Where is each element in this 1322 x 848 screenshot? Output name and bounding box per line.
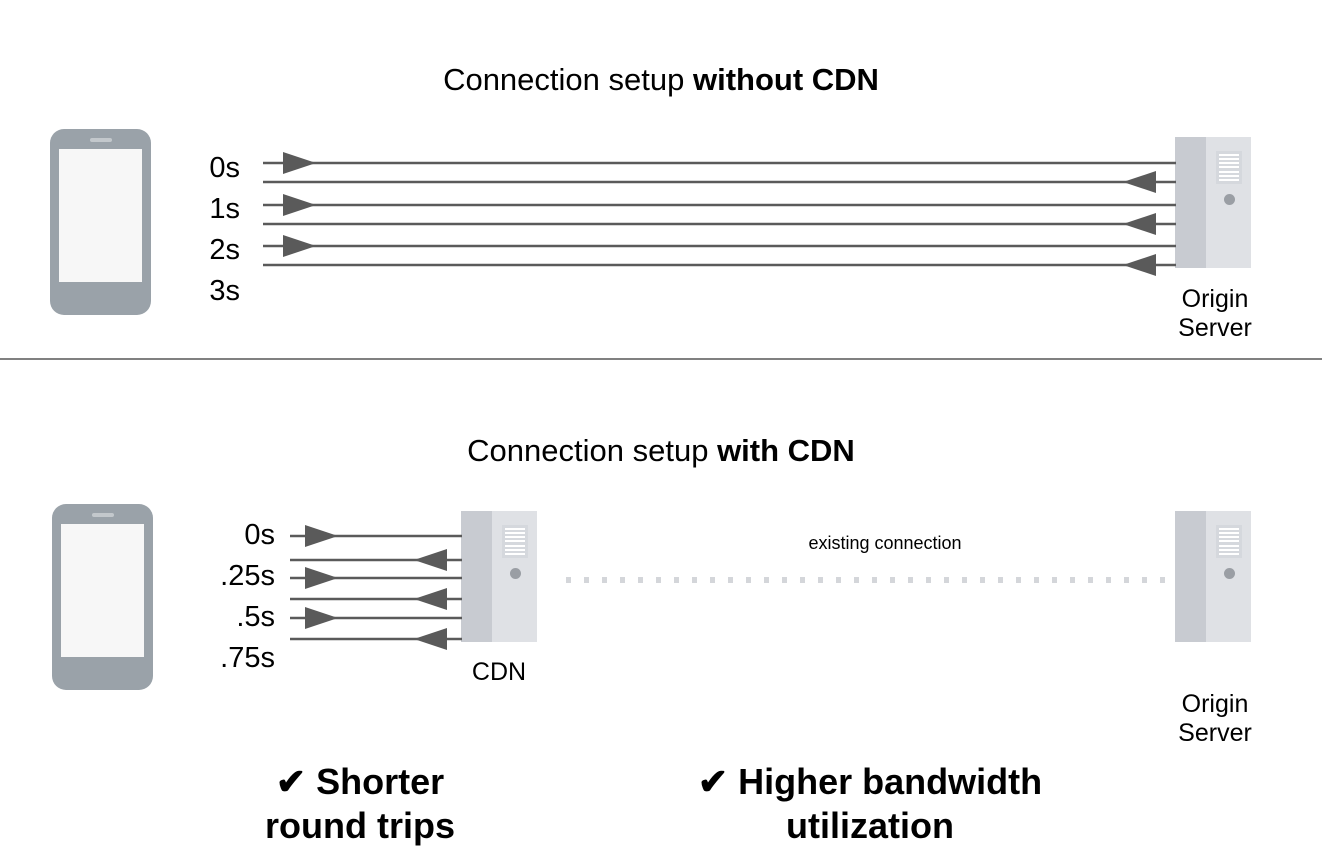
time-label-bottom-2: .5s <box>236 601 275 633</box>
arrowhead-left-icon <box>1123 254 1156 276</box>
arrowhead-left-icon <box>1123 213 1156 235</box>
benefit-higher-bandwidth: ✔ Higher bandwidth utilization <box>600 716 1140 848</box>
time-label-top-0: 0s <box>209 152 240 184</box>
origin-server-bottom <box>1175 511 1251 642</box>
client-phone-bottom <box>52 504 153 690</box>
phone-screen <box>59 149 142 282</box>
time-label-top-3: 3s <box>209 275 240 307</box>
client-phone-top <box>50 129 151 315</box>
server-grill-icon <box>1216 525 1242 558</box>
bottom-exchange-1-request <box>290 525 462 547</box>
bottom-exchange-3-request <box>290 607 462 629</box>
top-title-prefix: Connection setup <box>443 62 693 97</box>
arrowhead-left-icon <box>414 628 447 650</box>
cdn-server <box>461 511 537 642</box>
arrowhead-right-icon <box>283 235 316 257</box>
server-side-panel <box>1175 137 1206 268</box>
top-exchange-3-response <box>263 254 1176 276</box>
top-exchange-1-request <box>263 152 1176 174</box>
server-side-panel <box>461 511 492 642</box>
time-label-bottom-3: .75s <box>220 642 275 674</box>
bottom-exchange-2-request <box>290 567 462 589</box>
arrowhead-right-icon <box>305 607 338 629</box>
arrowhead-left-icon <box>1123 171 1156 193</box>
time-label-bottom-1: .25s <box>220 560 275 592</box>
bottom-exchange-1-response <box>290 549 462 571</box>
origin-server-top-caption: Origin Server <box>1178 285 1252 342</box>
arrowhead-left-icon <box>414 588 447 610</box>
time-label-top-2: 2s <box>209 234 240 266</box>
top-exchange-1-response <box>263 171 1176 193</box>
server-grill-icon <box>502 525 528 558</box>
check-icon: ✔ <box>697 761 729 802</box>
top-exchange-3-request <box>263 235 1176 257</box>
origin-server-bottom-caption: Origin Server <box>1178 690 1252 747</box>
benefit-shorter-round-trips: ✔ Shorter round trips <box>215 716 505 848</box>
phone-screen <box>61 524 144 657</box>
check-icon: ✔ <box>275 761 307 802</box>
phone-speaker-icon <box>91 513 114 517</box>
origin-server-top <box>1175 137 1251 268</box>
arrowhead-right-icon <box>305 525 338 547</box>
server-led-icon <box>510 568 521 579</box>
bottom-exchange-3-response <box>290 628 462 650</box>
top-section-title: Connection setup without CDN <box>0 62 1322 98</box>
existing-connection-label: existing connection <box>808 533 962 553</box>
server-led-icon <box>1224 568 1235 579</box>
server-led-icon <box>1224 194 1235 205</box>
top-exchange-2-request <box>263 194 1176 216</box>
arrowhead-right-icon <box>283 194 316 216</box>
time-label-top-1: 1s <box>209 193 240 225</box>
server-side-panel <box>1175 511 1206 642</box>
diagram-canvas: Connection setup without CDN Origin Serv… <box>0 0 1322 846</box>
bottom-title-prefix: Connection setup <box>467 433 718 468</box>
bottom-exchange-2-response <box>290 588 462 610</box>
arrowhead-right-icon <box>305 567 338 589</box>
server-grill-icon <box>1216 151 1242 184</box>
phone-speaker-icon <box>89 138 112 142</box>
top-exchange-2-response <box>263 213 1176 235</box>
cdn-server-caption: CDN <box>471 658 527 686</box>
bottom-title-emphasis: with CDN <box>717 433 855 468</box>
bottom-section-title: Connection setup with CDN <box>0 433 1322 469</box>
top-title-emphasis: without CDN <box>692 62 879 97</box>
arrowhead-right-icon <box>283 152 316 174</box>
time-label-bottom-0: 0s <box>244 519 275 551</box>
section-divider <box>0 358 1322 360</box>
benefit-text: Higher bandwidth utilization <box>738 761 1043 846</box>
arrowhead-left-icon <box>414 549 447 571</box>
